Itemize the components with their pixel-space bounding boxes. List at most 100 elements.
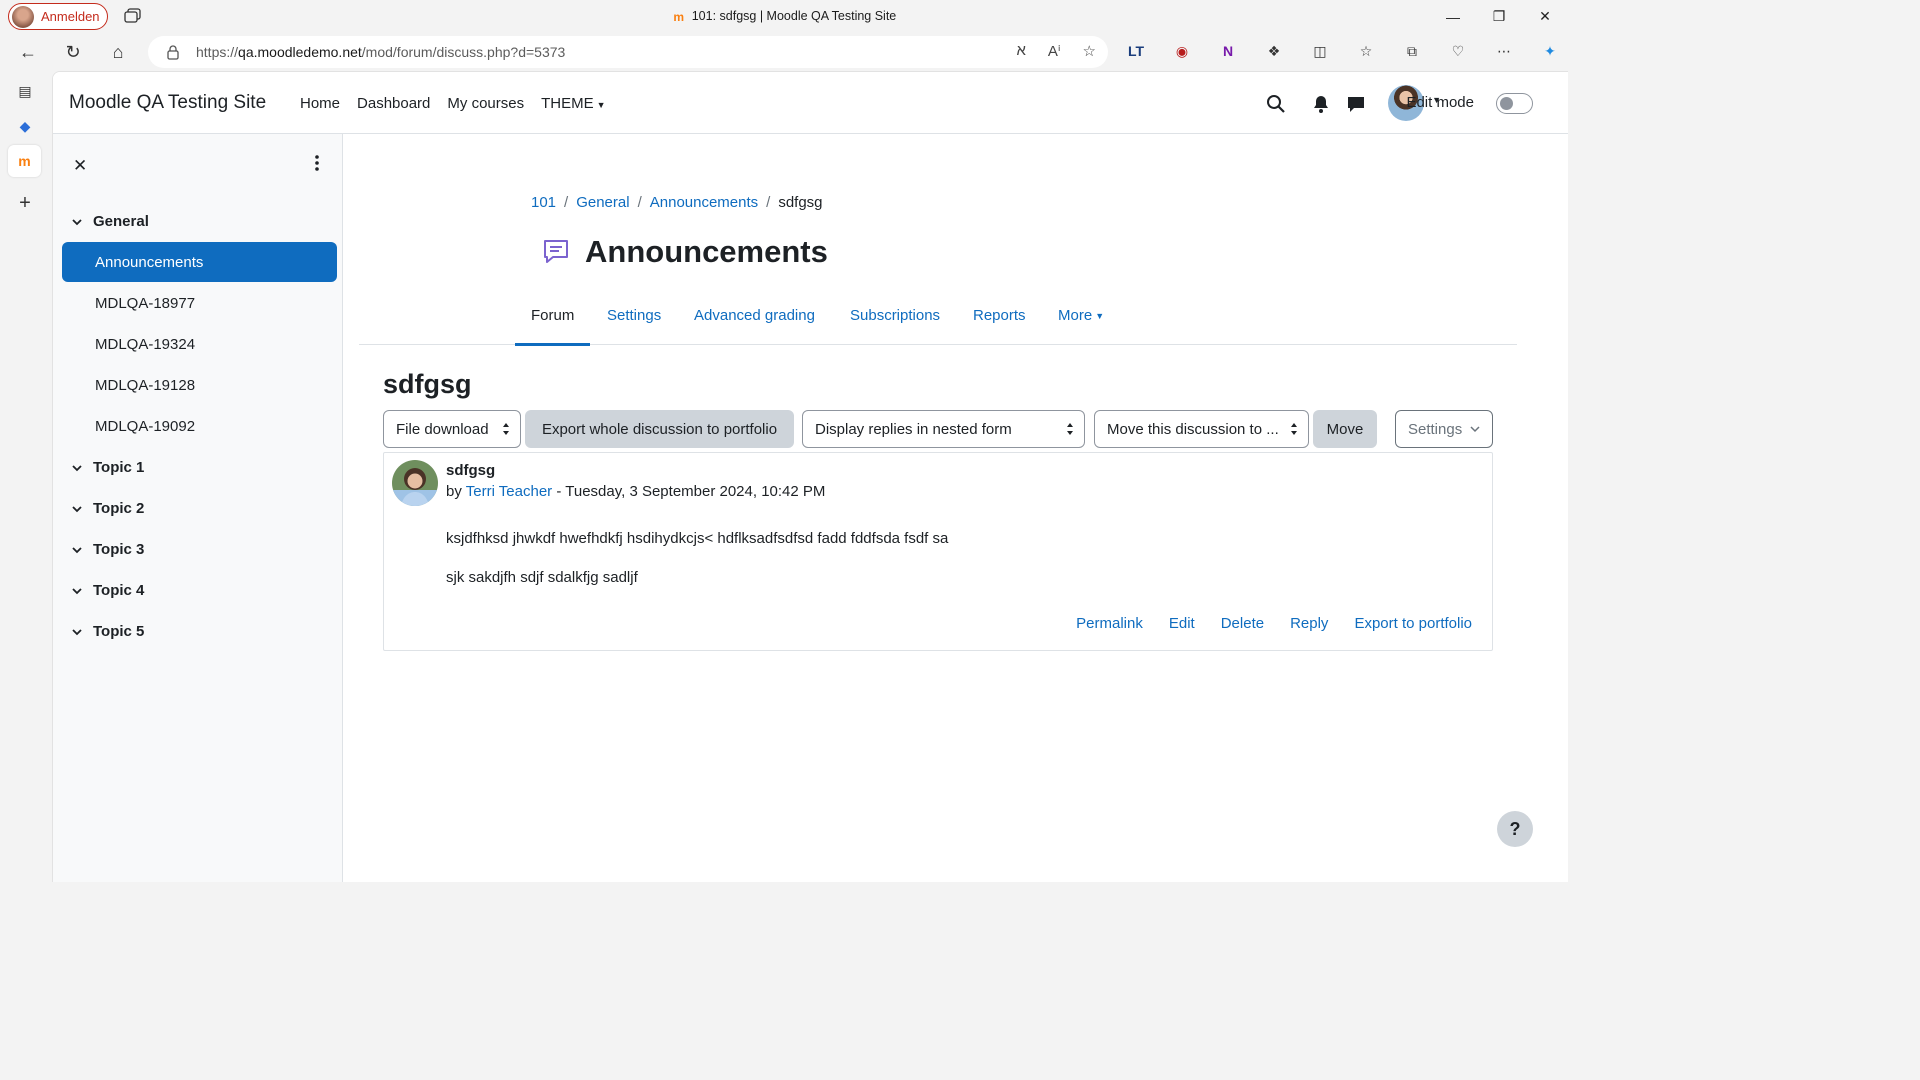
discussion-title: sdfgsg (383, 369, 472, 399)
delete-post-link[interactable]: Delete (1221, 615, 1264, 632)
post-author-link[interactable]: Terri Teacher (466, 483, 552, 500)
onenote-icon[interactable]: N (1216, 39, 1240, 63)
help-button[interactable]: ? (1497, 811, 1533, 847)
tab-advanced-grading[interactable]: Advanced grading (678, 303, 831, 345)
move-discussion-select[interactable]: Move this discussion to ... (1094, 410, 1309, 448)
forum-icon (544, 240, 568, 263)
chevron-down-icon (72, 218, 82, 225)
extension-cube-icon[interactable]: ◆ (13, 114, 37, 138)
select-arrows-icon (1291, 423, 1297, 435)
refresh-icon[interactable]: ↻ (62, 41, 84, 63)
close-window-icon[interactable]: ✕ (1522, 0, 1568, 33)
author-avatar[interactable] (392, 460, 438, 506)
chevron-down-icon (72, 546, 82, 553)
breadcrumb-separator: / (766, 194, 771, 211)
chevron-down-icon: ▼ (596, 100, 606, 110)
nav-my-courses[interactable]: My courses (447, 95, 524, 112)
breadcrumb: 101 / General / Announcements / sdfgsg (531, 194, 823, 211)
tab-subscriptions[interactable]: Subscriptions (834, 303, 956, 345)
extension-shield-icon[interactable]: ◉ (1170, 39, 1194, 63)
moodle-tab-icon[interactable]: m (8, 145, 41, 177)
discussion-settings-dropdown[interactable]: Settings (1395, 410, 1493, 448)
breadcrumb-separator: / (637, 194, 642, 211)
read-aloud-icon[interactable]: Aⁱ (1048, 42, 1061, 60)
nav-home[interactable]: Home (300, 95, 340, 112)
url-host: qa.moodledemo.net (238, 44, 362, 60)
chevron-down-icon (72, 505, 82, 512)
course-item-mdlqa-19128[interactable]: MDLQA-19128 (62, 365, 337, 405)
edit-mode-label: Edit mode (1406, 94, 1474, 111)
moodle-navbar: Moodle QA Testing Site Home Dashboard My… (53, 72, 1568, 134)
course-section-general[interactable]: General (71, 213, 149, 230)
close-drawer-icon[interactable]: ✕ (73, 156, 87, 176)
permalink-link[interactable]: Permalink (1076, 615, 1143, 632)
forum-post: sdfgsg by Terri Teacher - Tuesday, 3 Sep… (383, 452, 1493, 651)
copilot-icon[interactable]: ✦ (1538, 39, 1562, 63)
browser-essentials-icon[interactable]: ♡ (1446, 39, 1470, 63)
extension-lt-icon[interactable]: LT (1124, 39, 1148, 63)
favorites-icon[interactable]: ☆ (1354, 39, 1378, 63)
chevron-down-icon: ▼ (1095, 311, 1105, 321)
window-title: m 101: sdfgsg | Moodle QA Testing Site (673, 9, 897, 24)
breadcrumb-course[interactable]: 101 (531, 194, 556, 211)
post-date: - Tuesday, 3 September 2024, 10:42 PM (556, 483, 826, 500)
course-section-topic-4[interactable]: Topic 4 (71, 582, 144, 599)
course-item-mdlqa-18977[interactable]: MDLQA-18977 (62, 283, 337, 323)
browser-titlebar: Anmelden m 101: sdfgsg | Moodle QA Testin… (0, 0, 1568, 33)
tab-settings[interactable]: Settings (591, 303, 677, 345)
course-section-topic-5[interactable]: Topic 5 (71, 623, 144, 640)
vertical-tabs-icon[interactable]: ▤ (13, 79, 37, 103)
post-byline: by Terri Teacher - Tuesday, 3 September … (446, 483, 826, 500)
edit-post-link[interactable]: Edit (1169, 615, 1195, 632)
post-actions: Permalink Edit Delete Reply Export to po… (1076, 615, 1472, 632)
nav-dashboard[interactable]: Dashboard (357, 95, 430, 112)
restore-icon[interactable]: ❐ (1476, 0, 1522, 33)
favorite-star-icon[interactable]: ☆ (1083, 42, 1096, 60)
breadcrumb-forum[interactable]: Announcements (650, 194, 758, 211)
search-icon[interactable] (1266, 94, 1286, 114)
tab-reports[interactable]: Reports (957, 303, 1042, 345)
nav-theme[interactable]: THEME ▼ (541, 95, 605, 112)
url-path: /mod/forum/discuss.php?d=5373 (361, 44, 566, 60)
notifications-bell-icon[interactable] (1311, 94, 1331, 114)
kebab-menu-icon[interactable] (312, 154, 322, 172)
move-button[interactable]: Move (1313, 410, 1377, 448)
translate-icon[interactable]: א (1016, 42, 1025, 60)
course-item-mdlqa-19324[interactable]: MDLQA-19324 (62, 324, 337, 364)
site-brand[interactable]: Moodle QA Testing Site (69, 92, 266, 114)
edit-mode-toggle[interactable] (1496, 93, 1533, 114)
chevron-down-icon (72, 628, 82, 635)
main-content: 101 / General / Announcements / sdfgsg A… (343, 134, 1568, 882)
course-item-announcements[interactable]: Announcements (62, 242, 337, 282)
split-screen-icon[interactable]: ◫ (1308, 39, 1332, 63)
breadcrumb-section[interactable]: General (576, 194, 629, 211)
collections-icon[interactable]: ⧉ (1400, 39, 1424, 63)
course-item-mdlqa-19092[interactable]: MDLQA-19092 (62, 406, 337, 446)
lock-icon[interactable] (166, 44, 180, 60)
file-download-select[interactable]: File download (383, 410, 521, 448)
address-bar[interactable]: https://qa.moodledemo.net/mod/forum/disc… (148, 36, 1108, 68)
minimize-icon[interactable]: — (1430, 0, 1476, 33)
page-title: Announcements (585, 234, 828, 269)
home-icon[interactable]: ⌂ (107, 41, 129, 63)
display-mode-select[interactable]: Display replies in nested form (802, 410, 1085, 448)
post-subject: sdfgsg (446, 462, 496, 479)
more-menu-icon[interactable]: ⋯ (1492, 39, 1516, 63)
course-section-topic-1[interactable]: Topic 1 (71, 459, 144, 476)
back-icon[interactable]: ← (17, 41, 39, 63)
moodle-favicon-icon: m (673, 10, 685, 24)
course-section-topic-2[interactable]: Topic 2 (71, 500, 144, 517)
tab-forum[interactable]: Forum (515, 303, 591, 346)
select-arrows-icon (503, 423, 509, 435)
new-tab-plus-icon[interactable]: + (13, 191, 37, 215)
export-portfolio-button[interactable]: Export whole discussion to portfolio (525, 410, 794, 448)
export-post-portfolio-link[interactable]: Export to portfolio (1354, 615, 1472, 632)
tab-more[interactable]: More ▼ (1042, 303, 1120, 345)
course-section-topic-3[interactable]: Topic 3 (71, 541, 144, 558)
reply-link[interactable]: Reply (1290, 615, 1328, 632)
browser-vertical-sidebar: ▤ ◆ m + (0, 71, 52, 882)
chevron-down-icon (72, 587, 82, 594)
primary-navigation: Home Dashboard My courses THEME ▼ (300, 95, 606, 112)
page-header: Announcements (541, 234, 828, 270)
extensions-puzzle-icon[interactable]: ❖ (1262, 39, 1286, 63)
